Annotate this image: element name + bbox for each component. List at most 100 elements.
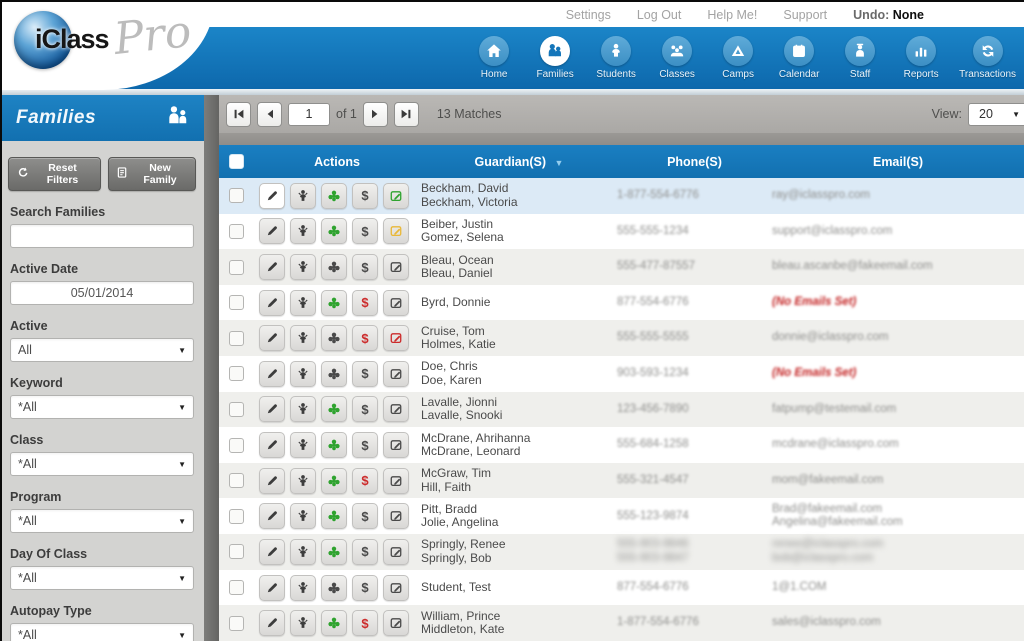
enrollments-button[interactable] bbox=[321, 539, 347, 565]
notes-ledger-button[interactable] bbox=[383, 503, 409, 529]
nav-item-students[interactable]: Students bbox=[593, 36, 639, 80]
students-button[interactable] bbox=[290, 325, 316, 351]
students-button[interactable] bbox=[290, 361, 316, 387]
next-page-button[interactable] bbox=[363, 102, 388, 127]
notes-ledger-button[interactable] bbox=[383, 468, 409, 494]
active-date-input[interactable] bbox=[10, 281, 194, 305]
students-button[interactable] bbox=[290, 254, 316, 280]
previous-page-button[interactable] bbox=[257, 102, 282, 127]
support-link[interactable]: Support bbox=[783, 8, 827, 22]
notes-ledger-button[interactable] bbox=[383, 290, 409, 316]
view-count-select[interactable]: 20 ▼ bbox=[968, 103, 1024, 126]
column-header-guardians[interactable]: Guardian(S) ▼ bbox=[421, 155, 617, 169]
billing-button[interactable]: $ bbox=[352, 325, 378, 351]
edit-family-button[interactable] bbox=[259, 218, 285, 244]
nav-item-calendar[interactable]: Calendar bbox=[776, 36, 822, 80]
first-page-button[interactable] bbox=[226, 102, 251, 127]
edit-family-button[interactable] bbox=[259, 575, 285, 601]
students-button[interactable] bbox=[290, 218, 316, 244]
students-button[interactable] bbox=[290, 468, 316, 494]
row-checkbox[interactable] bbox=[229, 295, 244, 310]
row-checkbox[interactable] bbox=[229, 438, 244, 453]
students-button[interactable] bbox=[290, 396, 316, 422]
billing-button[interactable]: $ bbox=[352, 218, 378, 244]
row-checkbox[interactable] bbox=[229, 188, 244, 203]
nav-item-transactions[interactable]: Transactions bbox=[959, 36, 1016, 80]
billing-button[interactable]: $ bbox=[352, 361, 378, 387]
nav-item-classes[interactable]: Classes bbox=[654, 36, 700, 80]
students-button[interactable] bbox=[290, 610, 316, 636]
enrollments-button[interactable] bbox=[321, 432, 347, 458]
row-checkbox[interactable] bbox=[229, 580, 244, 595]
students-button[interactable] bbox=[290, 575, 316, 601]
edit-family-button[interactable] bbox=[259, 290, 285, 316]
logout-link[interactable]: Log Out bbox=[637, 8, 681, 22]
enrollments-button[interactable] bbox=[321, 610, 347, 636]
billing-button[interactable]: $ bbox=[352, 432, 378, 458]
keyword-select[interactable]: *All▼ bbox=[10, 395, 194, 419]
enrollments-button[interactable] bbox=[321, 325, 347, 351]
enrollments-button[interactable] bbox=[321, 361, 347, 387]
students-button[interactable] bbox=[290, 290, 316, 316]
notes-ledger-button[interactable] bbox=[383, 539, 409, 565]
notes-ledger-button[interactable] bbox=[383, 432, 409, 458]
class-select[interactable]: *All▼ bbox=[10, 452, 194, 476]
billing-button[interactable]: $ bbox=[352, 503, 378, 529]
enrollments-button[interactable] bbox=[321, 290, 347, 316]
billing-button[interactable]: $ bbox=[352, 254, 378, 280]
enrollments-button[interactable] bbox=[321, 468, 347, 494]
edit-family-button[interactable] bbox=[259, 183, 285, 209]
row-checkbox[interactable] bbox=[229, 366, 244, 381]
row-checkbox[interactable] bbox=[229, 509, 244, 524]
row-checkbox[interactable] bbox=[229, 224, 244, 239]
billing-button[interactable]: $ bbox=[352, 610, 378, 636]
notes-ledger-button[interactable] bbox=[383, 610, 409, 636]
billing-button[interactable]: $ bbox=[352, 183, 378, 209]
students-button[interactable] bbox=[290, 432, 316, 458]
active-select[interactable]: All▼ bbox=[10, 338, 194, 362]
sidebar-scrollbar[interactable] bbox=[204, 95, 219, 641]
edit-family-button[interactable] bbox=[259, 396, 285, 422]
search-families-input[interactable] bbox=[10, 224, 194, 248]
program-select[interactable]: *All▼ bbox=[10, 509, 194, 533]
billing-button[interactable]: $ bbox=[352, 468, 378, 494]
students-button[interactable] bbox=[290, 539, 316, 565]
nav-item-staff[interactable]: Staff bbox=[837, 36, 883, 80]
enrollments-button[interactable] bbox=[321, 396, 347, 422]
row-checkbox[interactable] bbox=[229, 331, 244, 346]
edit-family-button[interactable] bbox=[259, 432, 285, 458]
autopay-type-select[interactable]: *All▼ bbox=[10, 623, 194, 641]
billing-button[interactable]: $ bbox=[352, 396, 378, 422]
nav-item-families[interactable]: Families bbox=[532, 36, 578, 80]
notes-ledger-button[interactable] bbox=[383, 254, 409, 280]
edit-family-button[interactable] bbox=[259, 325, 285, 351]
edit-family-button[interactable] bbox=[259, 468, 285, 494]
billing-button[interactable]: $ bbox=[352, 575, 378, 601]
billing-button[interactable]: $ bbox=[352, 290, 378, 316]
notes-ledger-button[interactable] bbox=[383, 396, 409, 422]
help-link[interactable]: Help Me! bbox=[707, 8, 757, 22]
enrollments-button[interactable] bbox=[321, 503, 347, 529]
students-button[interactable] bbox=[290, 183, 316, 209]
edit-family-button[interactable] bbox=[259, 361, 285, 387]
edit-family-button[interactable] bbox=[259, 610, 285, 636]
row-checkbox[interactable] bbox=[229, 473, 244, 488]
row-checkbox[interactable] bbox=[229, 402, 244, 417]
new-family-button[interactable]: New Family bbox=[108, 157, 196, 191]
nav-item-home[interactable]: Home bbox=[471, 36, 517, 80]
notes-ledger-button[interactable] bbox=[383, 218, 409, 244]
page-number-input[interactable] bbox=[288, 103, 330, 126]
select-all-checkbox[interactable] bbox=[229, 154, 244, 169]
nav-item-camps[interactable]: Camps bbox=[715, 36, 761, 80]
nav-item-reports[interactable]: Reports bbox=[898, 36, 944, 80]
row-checkbox[interactable] bbox=[229, 544, 244, 559]
day-of-class-select[interactable]: *All▼ bbox=[10, 566, 194, 590]
enrollments-button[interactable] bbox=[321, 254, 347, 280]
edit-family-button[interactable] bbox=[259, 254, 285, 280]
notes-ledger-button[interactable] bbox=[383, 183, 409, 209]
edit-family-button[interactable] bbox=[259, 539, 285, 565]
notes-ledger-button[interactable] bbox=[383, 325, 409, 351]
enrollments-button[interactable] bbox=[321, 575, 347, 601]
billing-button[interactable]: $ bbox=[352, 539, 378, 565]
enrollments-button[interactable] bbox=[321, 218, 347, 244]
